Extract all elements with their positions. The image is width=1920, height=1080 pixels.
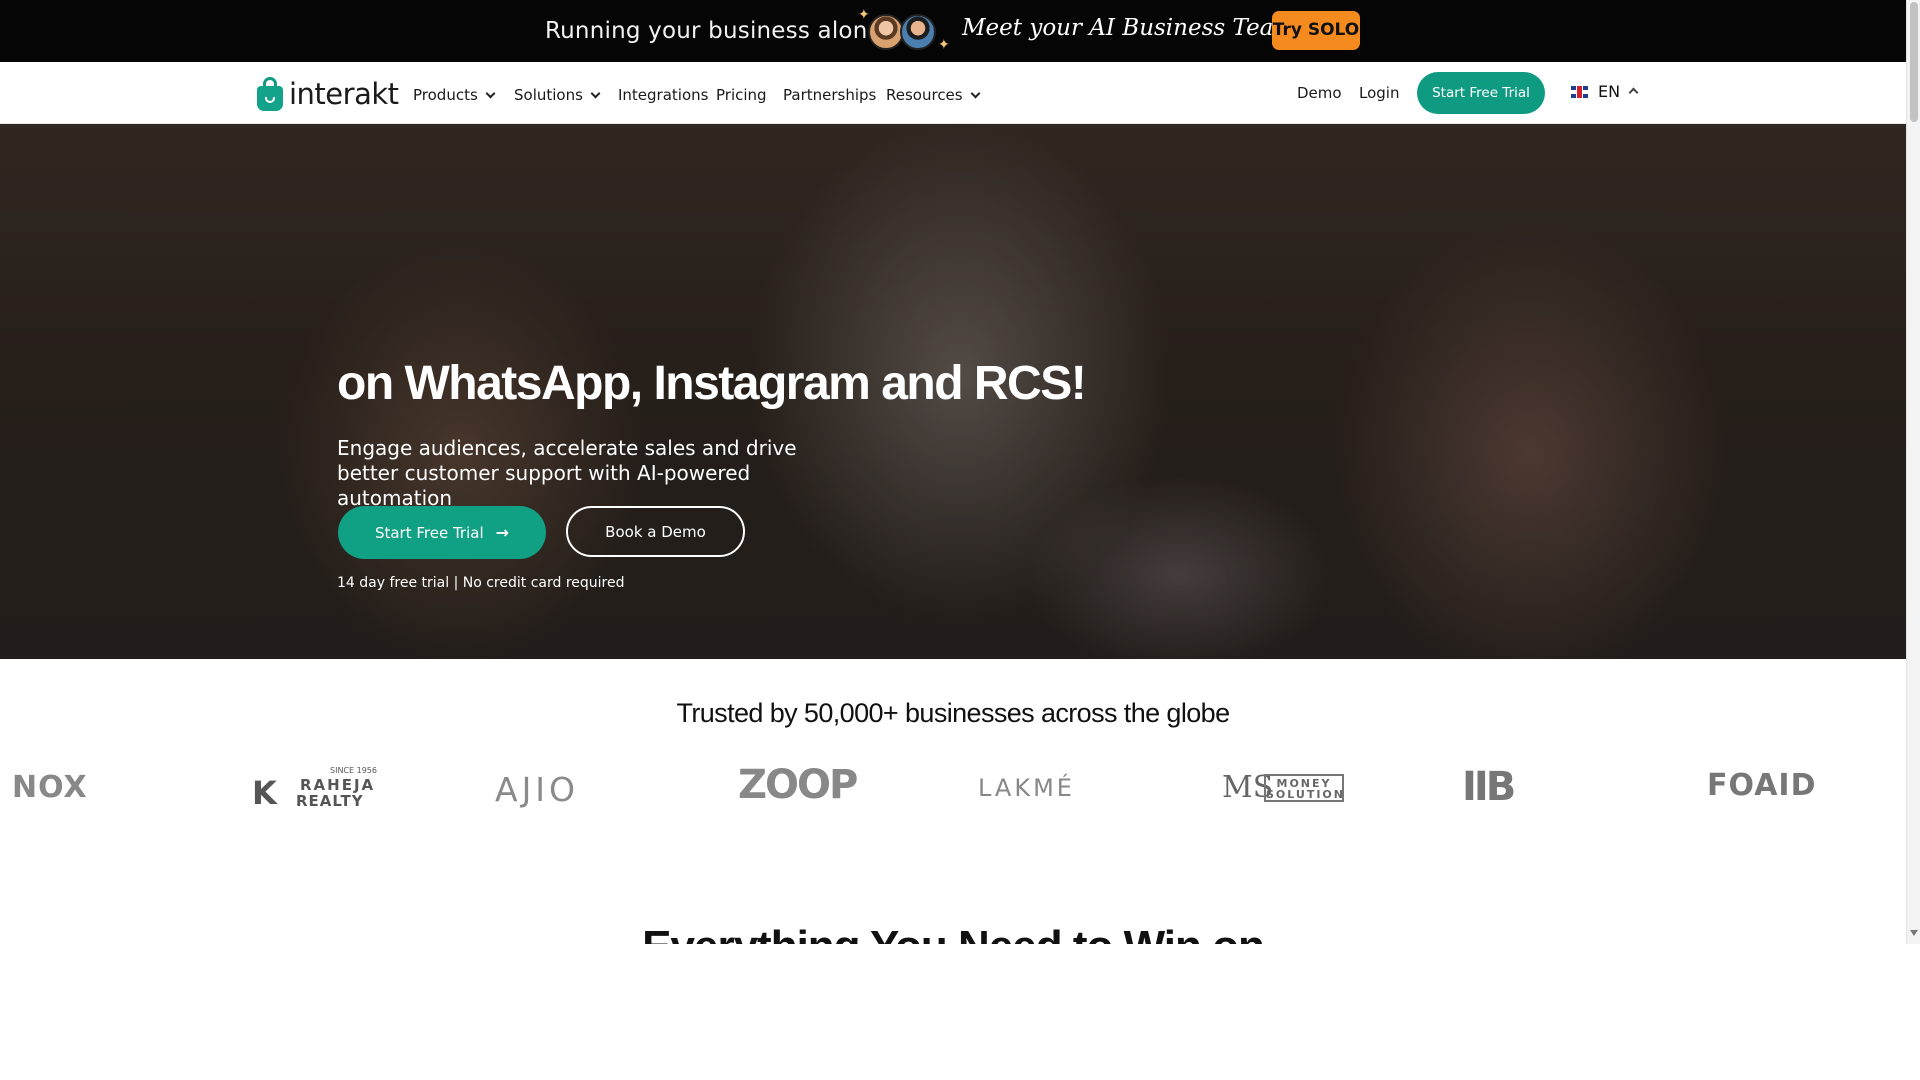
trusted-heading: Trusted by 50,000+ businesses across the…	[676, 698, 1230, 728]
nav-pricing[interactable]: Pricing	[716, 86, 767, 104]
chevron-down-icon	[485, 88, 496, 99]
try-solo-button[interactable]: Try SOLO	[1272, 11, 1360, 50]
ajio-logo: AJIO	[495, 770, 580, 809]
language-label: EN	[1598, 82, 1621, 101]
next-section-heading-text: Everything You Need to Win on	[642, 922, 1265, 944]
hero-trial-note: 14 day free trial | No credit card requi…	[337, 575, 625, 591]
foaid-logo: FOAID	[1707, 768, 1816, 803]
sparkle-icon: ✦	[938, 36, 950, 52]
client-logo-carousel: NOX K SINCE 1956 RAHEJA REALTY AJIO ZOOP…	[0, 760, 1906, 820]
raheja-line2: REALTY	[296, 792, 364, 810]
nav-pricing-label: Pricing	[716, 86, 767, 104]
nav-products-label: Products	[413, 86, 478, 104]
nav-solutions[interactable]: Solutions	[514, 86, 601, 104]
page-scrollbar[interactable]	[1906, 0, 1920, 944]
lakme-logo: LAKMÉ	[978, 774, 1075, 802]
nav-solutions-label: Solutions	[514, 86, 583, 104]
chevron-down-icon	[590, 88, 601, 99]
nav-resources-label: Resources	[886, 86, 963, 104]
nav-start-free-trial-button[interactable]: Start Free Trial	[1417, 72, 1545, 114]
scrollbar-thumb[interactable]	[1910, 2, 1918, 122]
nav-partnerships-label: Partnerships	[783, 86, 877, 104]
avatar	[900, 14, 936, 50]
money-line2: SOLUTION	[1266, 788, 1345, 801]
nav-integrations[interactable]: Integrations	[618, 86, 708, 104]
raheja-realty-logo: K SINCE 1956 RAHEJA REALTY	[252, 766, 377, 812]
uk-flag-icon	[1571, 85, 1588, 98]
promo-question: Running your business alone?	[545, 18, 895, 44]
hero-start-free-trial-button[interactable]: Start Free Trial →	[338, 506, 546, 559]
scroll-down-arrow-icon[interactable]	[1910, 930, 1918, 936]
logo-text: interakt	[289, 77, 399, 111]
arrow-right-icon: →	[495, 523, 510, 542]
promo-avatars: ✦ ✦	[858, 6, 950, 52]
nav-login-link[interactable]: Login	[1359, 84, 1399, 102]
shopping-bag-icon	[257, 77, 283, 111]
hero-headline: on WhatsApp, Instagram and RCS!	[337, 357, 1087, 410]
nox-logo: NOX	[12, 770, 88, 805]
nav-resources[interactable]: Resources	[886, 86, 981, 104]
chevron-up-icon	[1628, 87, 1639, 98]
hero-section: on WhatsApp, Instagram and RCS! Engage a…	[0, 124, 1906, 659]
raheja-since: SINCE 1956	[330, 766, 377, 775]
promo-banner: Running your business alone? ✦ ✦ Meet yo…	[0, 0, 1908, 62]
foaid-text: FOAID	[1707, 768, 1817, 803]
zoop-logo: ZOOP	[738, 762, 858, 808]
next-section-heading: Everything You Need to Win on	[0, 918, 1906, 944]
chevron-down-icon	[970, 88, 981, 99]
money-solution-logo: MS MONEY SOLUTION	[1222, 770, 1346, 805]
nav-demo-link[interactable]: Demo	[1297, 84, 1342, 102]
sparkle-icon: ✦	[858, 6, 870, 22]
language-selector[interactable]: EN	[1571, 82, 1639, 101]
iib-logo: IIB	[1462, 764, 1516, 810]
hero-start-free-trial-label: Start Free Trial	[374, 523, 484, 542]
main-nav: interakt Products Solutions Integrations…	[0, 62, 1908, 124]
nav-products[interactable]: Products	[413, 86, 496, 104]
avatar	[868, 14, 904, 50]
nav-partnerships[interactable]: Partnerships	[783, 86, 876, 104]
book-demo-button[interactable]: Book a Demo	[566, 506, 745, 557]
nav-integrations-label: Integrations	[618, 86, 709, 104]
promo-headline: Meet your AI Business Team.	[962, 15, 1303, 41]
interakt-logo[interactable]: interakt	[257, 76, 399, 112]
hero-subheadline: Engage audiences, accelerate sales and d…	[337, 436, 797, 510]
